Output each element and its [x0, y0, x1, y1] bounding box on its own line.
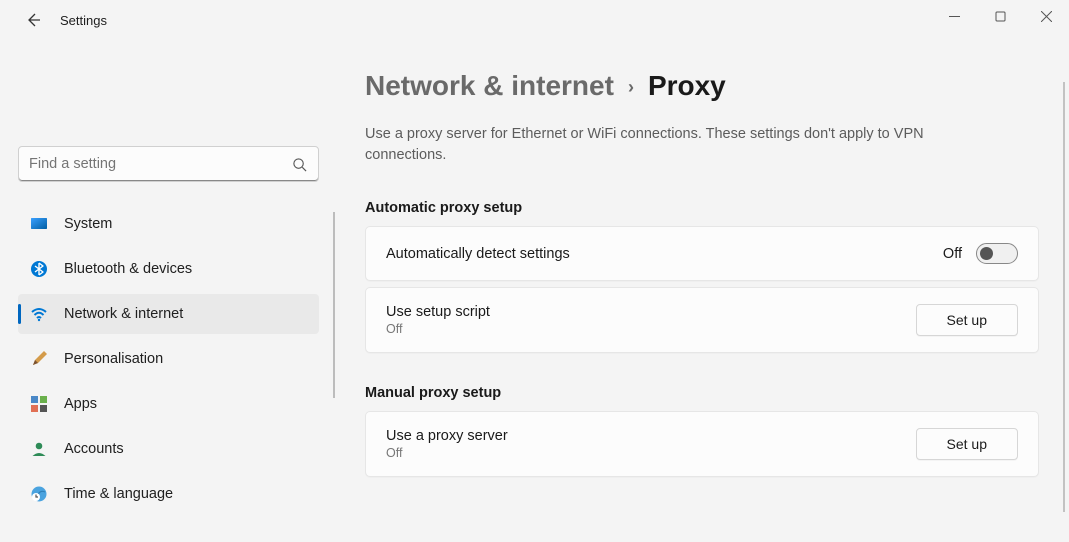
close-icon [1041, 11, 1052, 22]
arrow-left-icon [25, 12, 41, 28]
app-title: Settings [60, 13, 107, 28]
section-title-manual: Manual proxy setup [365, 385, 1039, 401]
setup-script-status: Off [386, 322, 916, 336]
app-layout: System Bluetooth & devices Network & int… [0, 40, 1069, 542]
setup-script-label: Use setup script [386, 304, 916, 320]
person-icon [28, 438, 50, 460]
content-scrollbar[interactable] [1063, 82, 1065, 512]
sidebar-item-bluetooth[interactable]: Bluetooth & devices [18, 249, 319, 289]
sidebar-item-label: Bluetooth & devices [64, 261, 192, 277]
close-button[interactable] [1023, 0, 1069, 32]
section-title-auto: Automatic proxy setup [365, 200, 1039, 216]
sidebar-item-network[interactable]: Network & internet [18, 294, 319, 334]
sidebar-item-label: Accounts [64, 441, 124, 457]
minimize-button[interactable] [931, 0, 977, 32]
auto-detect-toggle[interactable] [976, 243, 1018, 264]
setup-script-row: Use setup script Off Set up [365, 287, 1039, 353]
wifi-icon [28, 303, 50, 325]
back-button[interactable] [18, 5, 48, 35]
minimize-icon [949, 11, 960, 22]
manual-proxy-row: Use a proxy server Off Set up [365, 411, 1039, 477]
sidebar-item-label: Personalisation [64, 351, 163, 367]
auto-detect-label: Automatically detect settings [386, 246, 943, 262]
breadcrumb-parent[interactable]: Network & internet [365, 70, 614, 102]
window-controls [931, 0, 1069, 32]
title-bar: Settings [0, 0, 1069, 40]
sidebar-item-accounts[interactable]: Accounts [18, 429, 319, 469]
setup-script-button[interactable]: Set up [916, 304, 1018, 336]
maximize-button[interactable] [977, 0, 1023, 32]
sidebar-item-apps[interactable]: Apps [18, 384, 319, 424]
auto-detect-row: Automatically detect settings Off [365, 226, 1039, 281]
search-input[interactable] [29, 156, 290, 172]
bluetooth-icon [28, 258, 50, 280]
sidebar-item-label: Apps [64, 396, 97, 412]
sidebar: System Bluetooth & devices Network & int… [0, 40, 335, 542]
breadcrumb: Network & internet › Proxy [365, 70, 1039, 102]
search-input-container[interactable] [18, 146, 319, 182]
sidebar-item-label: Time & language [64, 486, 173, 502]
page-title: Proxy [648, 70, 726, 102]
page-description: Use a proxy server for Ethernet or WiFi … [365, 124, 985, 166]
search-icon [290, 155, 308, 173]
maximize-icon [995, 11, 1006, 22]
sidebar-item-personalisation[interactable]: Personalisation [18, 339, 319, 379]
globe-clock-icon [28, 483, 50, 505]
chevron-right-icon: › [628, 77, 634, 98]
content-area: Network & internet › Proxy Use a proxy s… [335, 40, 1069, 542]
manual-proxy-button[interactable]: Set up [916, 428, 1018, 460]
sidebar-item-system[interactable]: System [18, 204, 319, 244]
brush-icon [28, 348, 50, 370]
auto-detect-status: Off [943, 246, 962, 262]
sidebar-item-time-language[interactable]: Time & language [18, 474, 319, 514]
manual-proxy-status: Off [386, 446, 916, 460]
sidebar-item-label: System [64, 216, 112, 232]
manual-proxy-label: Use a proxy server [386, 428, 916, 444]
apps-icon [28, 393, 50, 415]
sidebar-item-label: Network & internet [64, 306, 183, 322]
sidebar-nav: System Bluetooth & devices Network & int… [18, 204, 319, 519]
monitor-icon [28, 213, 50, 235]
